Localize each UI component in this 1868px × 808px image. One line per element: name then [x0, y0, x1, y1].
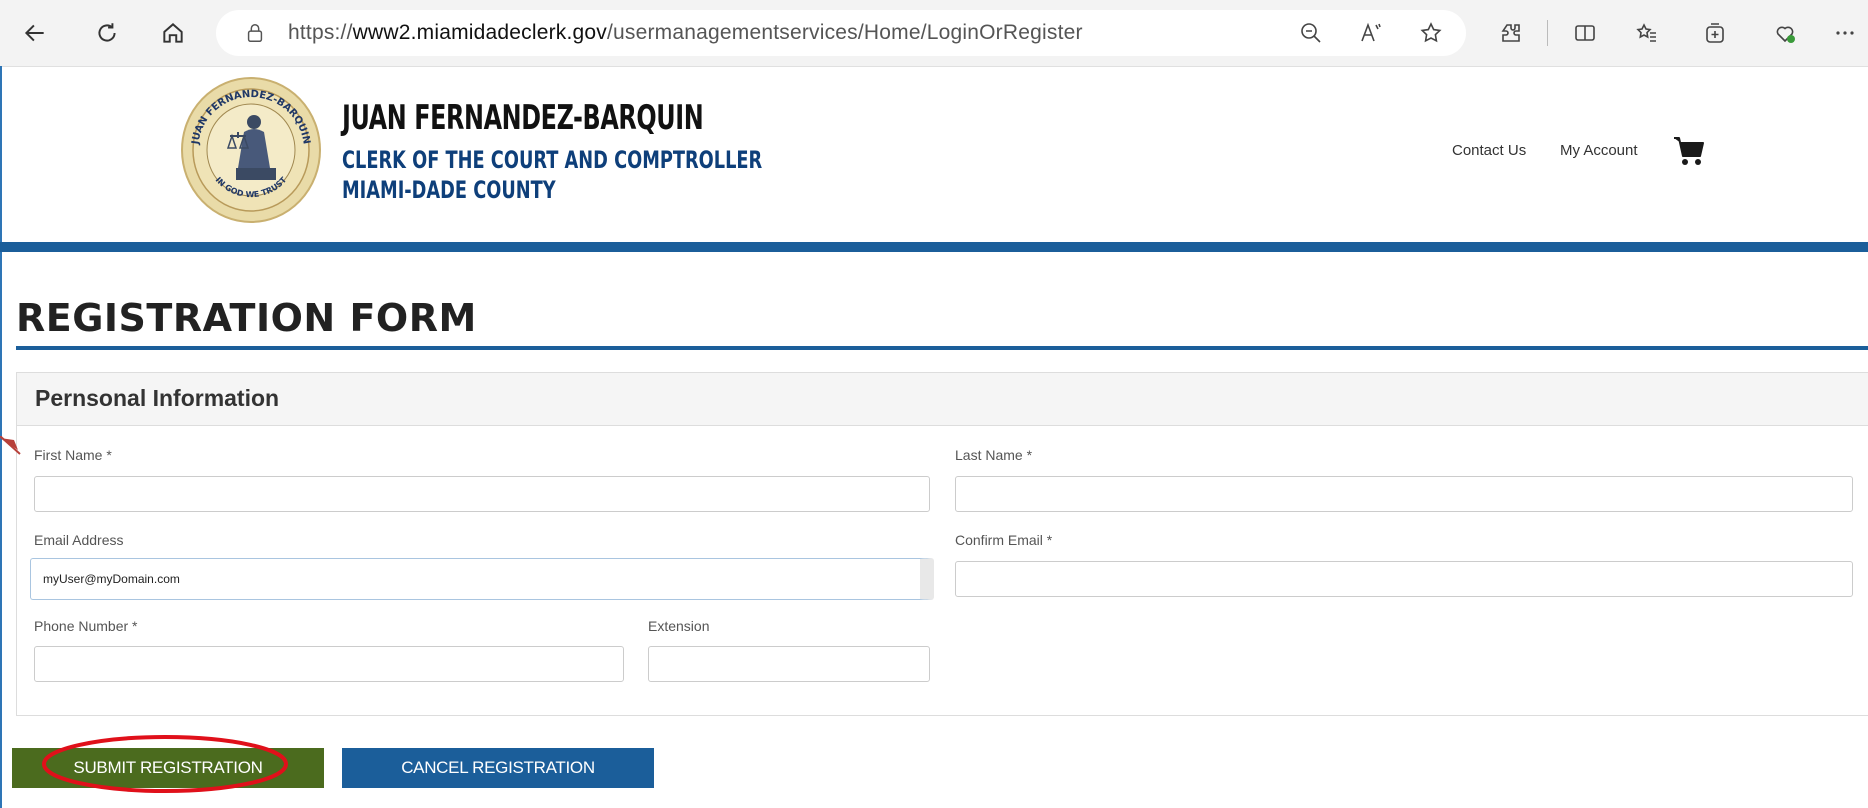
- confirm-email-label: Confirm Email *: [955, 532, 1053, 548]
- url-prefix: https://: [288, 21, 353, 44]
- confirm-email-input[interactable]: [955, 561, 1853, 597]
- cart-icon[interactable]: [1672, 134, 1706, 168]
- back-icon[interactable]: [16, 14, 54, 52]
- my-account-link[interactable]: My Account: [1560, 142, 1638, 159]
- header-divider: [0, 242, 1868, 252]
- last-name-label: Last Name *: [955, 447, 1033, 463]
- contact-us-link[interactable]: Contact Us: [1452, 142, 1526, 159]
- extension-input[interactable]: [648, 646, 930, 682]
- url-path: /usermanagementservices/Home/LoginOrRegi…: [607, 21, 1083, 44]
- home-icon[interactable]: [154, 14, 192, 52]
- refresh-icon[interactable]: [88, 14, 126, 52]
- browser-toolbar: https://www2.miamidadeclerk.gov/usermana…: [0, 0, 1868, 67]
- favorites-list-icon[interactable]: [1632, 18, 1662, 48]
- cancel-registration-button[interactable]: CANCEL REGISTRATION: [342, 748, 654, 788]
- annotation-highlight-circle: [42, 735, 288, 793]
- org-title: CLERK OF THE COURT AND COMPTROLLER: [342, 146, 763, 174]
- section-title: Pernsonal Information: [35, 385, 280, 411]
- extensions-icon[interactable]: [1496, 18, 1526, 48]
- extension-label: Extension: [648, 618, 710, 634]
- first-name-label: First Name *: [34, 447, 112, 463]
- url-domain: www2.miamidadeclerk.gov: [352, 21, 607, 44]
- more-icon[interactable]: [1830, 18, 1860, 48]
- first-name-input[interactable]: [34, 476, 930, 512]
- url-text[interactable]: https://www2.miamidadeclerk.gov/usermana…: [288, 21, 1083, 45]
- phone-input[interactable]: [34, 646, 624, 682]
- collections-icon[interactable]: [1700, 18, 1730, 48]
- last-name-input[interactable]: [955, 476, 1853, 512]
- lock-icon[interactable]: [244, 22, 266, 44]
- panel-header: Pernsonal Information: [17, 373, 1868, 426]
- page-title: REGISTRATION FORM: [16, 296, 477, 340]
- title-rule: [16, 346, 1868, 350]
- favorite-star-icon[interactable]: [1416, 18, 1446, 48]
- address-bar[interactable]: https://www2.miamidadeclerk.gov/usermana…: [216, 10, 1466, 56]
- email-input[interactable]: [30, 558, 934, 600]
- read-aloud-icon[interactable]: [1356, 18, 1386, 48]
- zoom-out-icon[interactable]: [1296, 18, 1326, 48]
- browser-essentials-icon[interactable]: [1770, 18, 1800, 48]
- toolbar-separator: [1547, 20, 1548, 46]
- phone-label: Phone Number *: [34, 618, 138, 634]
- clerk-seal-logo[interactable]: JUAN FERNANDEZ-BARQUIN IN GOD WE TRUST: [180, 76, 322, 224]
- org-county: MIAMI-DADE COUNTY: [342, 176, 556, 204]
- email-label: Email Address: [34, 532, 124, 548]
- org-name: JUAN FERNANDEZ-BARQUIN: [342, 98, 704, 138]
- split-screen-icon[interactable]: [1570, 18, 1600, 48]
- annotation-arrow: [0, 436, 21, 455]
